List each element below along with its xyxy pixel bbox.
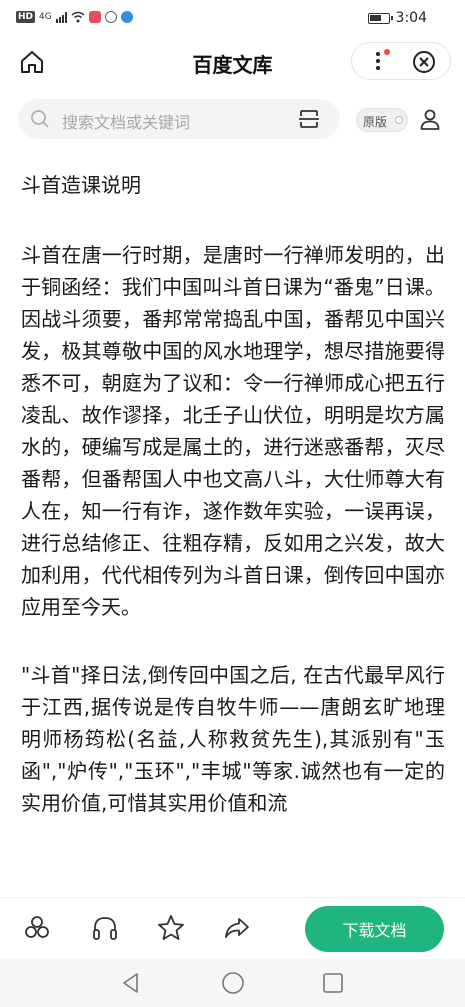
scan-icon[interactable] (298, 108, 320, 130)
back-triangle-icon[interactable] (118, 970, 144, 996)
share-group-icon[interactable] (22, 913, 52, 943)
mini-program-capsule (351, 42, 451, 80)
toggle-knob (395, 116, 403, 124)
app-notification-icon (104, 11, 117, 23)
search-row: 搜索文档或关键词 原版 (0, 95, 465, 143)
document-content: 斗首造课说明 斗首在唐一行时期，是唐时一行禅师发明的，出于铜函经：我们中国叫斗首… (21, 165, 445, 900)
status-bar: HD 4G 3:04 (0, 0, 465, 38)
original-version-toggle[interactable]: 原版 (356, 108, 408, 132)
wifi-icon (71, 11, 85, 23)
search-input[interactable]: 搜索文档或关键词 (18, 99, 340, 139)
headphones-icon[interactable] (90, 913, 120, 943)
close-icon[interactable] (412, 50, 436, 74)
search-icon (31, 110, 49, 128)
document-heading: 斗首造课说明 (21, 173, 141, 197)
hd-badge: HD (16, 11, 36, 23)
status-right: 3:04 (367, 10, 427, 26)
download-document-button[interactable]: 下载文档 (305, 906, 444, 952)
app-notification-icon (120, 11, 133, 23)
app-notification-icon (88, 11, 101, 23)
title-bar: 百度文库 (0, 38, 465, 86)
user-icon[interactable] (418, 107, 442, 131)
original-toggle-label: 原版 (363, 115, 388, 129)
search-placeholder: 搜索文档或关键词 (62, 113, 191, 132)
system-nav-bar (0, 959, 465, 1007)
clock: 3:04 (395, 10, 427, 26)
forward-icon[interactable] (222, 913, 252, 943)
status-left: HD 4G (16, 11, 133, 23)
bottom-action-bar: 下载文档 (0, 897, 465, 959)
document-paragraph: "斗首"择日法,倒传回中国之后, 在古代最早风行于江西,据传说是传自牧牛师——唐… (21, 663, 445, 815)
home-circle-icon[interactable] (220, 970, 246, 996)
network-type: 4G (39, 12, 52, 22)
recents-square-icon[interactable] (320, 970, 346, 996)
notification-dot (384, 49, 390, 55)
signal-icon (55, 11, 67, 23)
document-paragraph: 斗首在唐一行时期，是唐时一行禅师发明的，出于铜函经：我们中国叫斗首日课为“番鬼”… (21, 243, 445, 619)
battery-icon (367, 12, 393, 24)
star-icon[interactable] (156, 913, 186, 943)
